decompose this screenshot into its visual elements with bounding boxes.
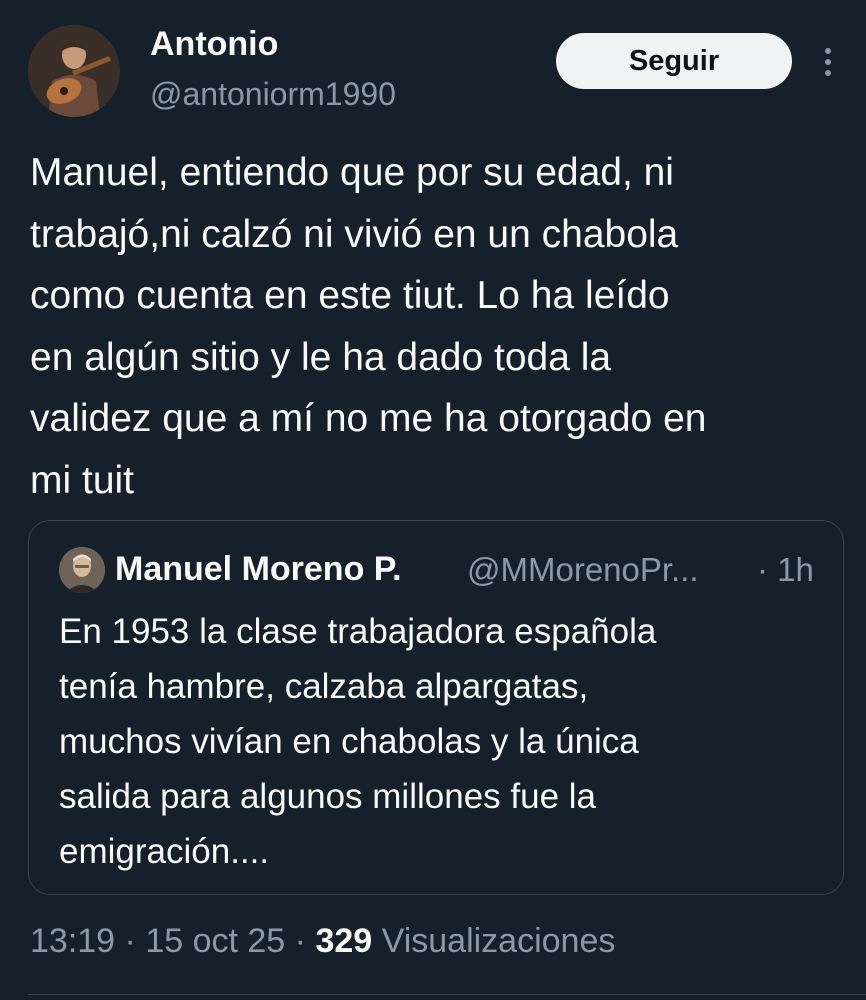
quoted-tweet-text: En 1953 la clase trabajadora española te… bbox=[59, 612, 657, 871]
bottom-divider bbox=[28, 994, 866, 995]
man-portrait-avatar-icon bbox=[59, 547, 105, 593]
more-vertical-icon[interactable] bbox=[814, 42, 842, 82]
tweet-text: Manuel, entiendo que por su edad, ni tra… bbox=[30, 151, 707, 502]
views-count: 329 bbox=[315, 922, 373, 960]
views-label: Visualizaciones bbox=[381, 922, 616, 960]
meta-separator: · bbox=[294, 922, 306, 960]
more-dot bbox=[825, 48, 831, 54]
more-dot bbox=[825, 70, 831, 76]
tweet-header: Antonio @antoniorm1990 Seguir bbox=[0, 0, 866, 130]
quoted-author-handle[interactable]: @MMorenoPr... bbox=[467, 548, 699, 592]
author-handle[interactable]: @antoniorm1990 bbox=[150, 74, 396, 114]
quoted-author-avatar[interactable] bbox=[59, 547, 105, 593]
guitarist-avatar-icon bbox=[28, 25, 120, 117]
quoted-tweet-card[interactable]: Manuel Moreno P. @MMorenoPr... · 1h En 1… bbox=[28, 520, 844, 895]
author-avatar[interactable] bbox=[28, 25, 120, 117]
quoted-author-display-name[interactable]: Manuel Moreno P. bbox=[115, 547, 402, 591]
meta-separator: · bbox=[124, 922, 136, 960]
follow-button[interactable]: Seguir bbox=[556, 33, 792, 89]
tweet-date[interactable]: 15 oct 25 bbox=[145, 922, 285, 960]
more-dot bbox=[825, 59, 831, 65]
quoted-tweet-time[interactable]: · 1h bbox=[757, 548, 814, 592]
tweet-meta: 13:19 · 15 oct 25 · 329 Visualizaciones bbox=[30, 918, 615, 964]
tweet-time[interactable]: 13:19 bbox=[30, 922, 115, 960]
author-display-name[interactable]: Antonio bbox=[150, 24, 278, 64]
